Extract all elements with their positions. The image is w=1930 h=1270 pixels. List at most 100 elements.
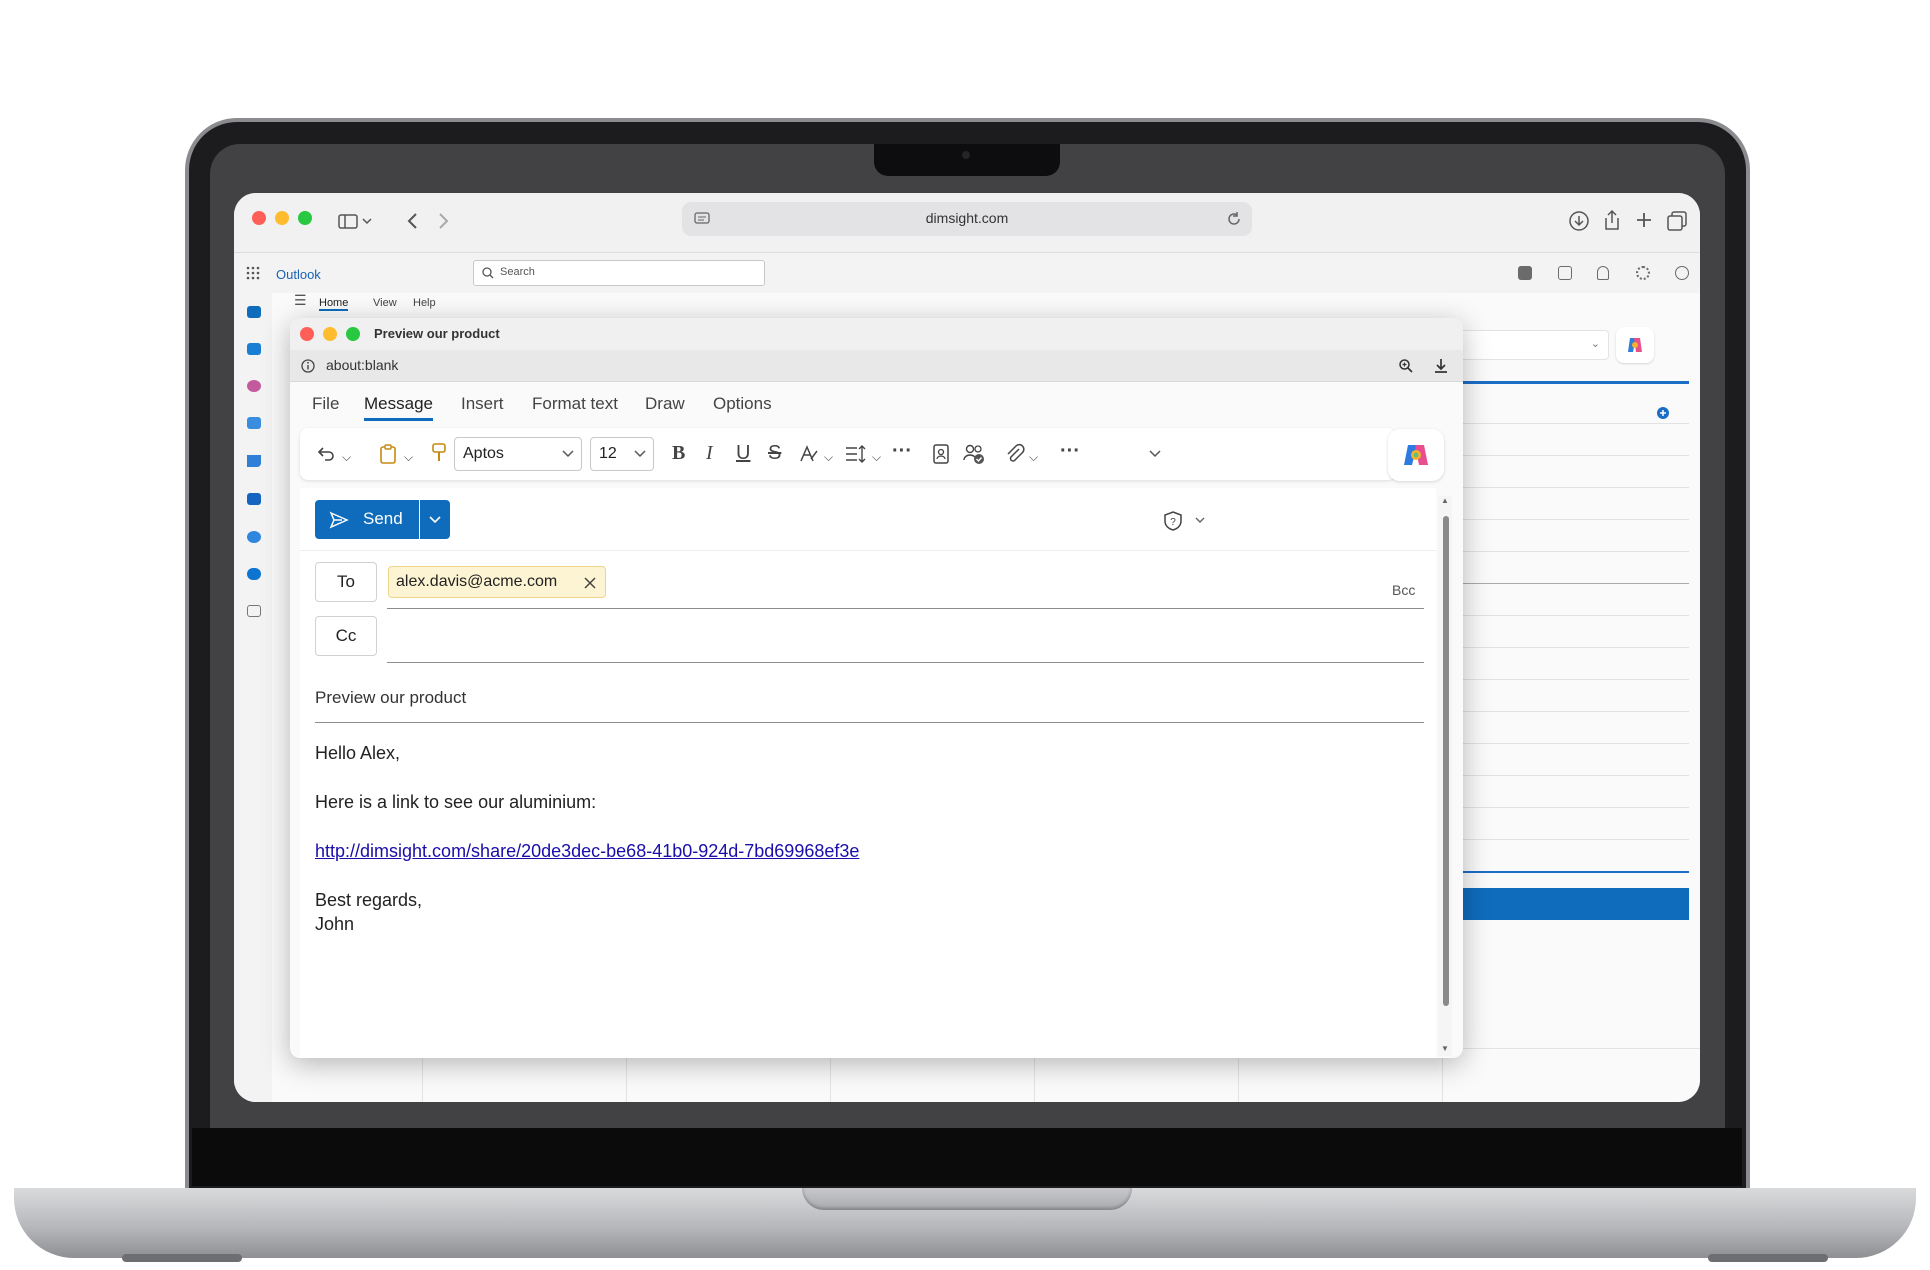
share-icon[interactable]: [1602, 208, 1622, 232]
calendar-icon[interactable]: [1558, 266, 1572, 280]
chevron-right-icon: [439, 213, 449, 229]
highlight-icon[interactable]: [798, 443, 820, 465]
scroll-up-icon[interactable]: ▲: [1441, 496, 1449, 505]
to-field[interactable]: [387, 560, 1424, 608]
chevron-down-icon[interactable]: ⌵: [404, 446, 413, 468]
tab-help[interactable]: Help: [413, 297, 436, 309]
send-options-button[interactable]: [420, 500, 450, 539]
chevron-down-icon[interactable]: ⌵: [824, 446, 833, 468]
chevron-down-icon[interactable]: ⌵: [872, 446, 881, 468]
forward-button[interactable]: [432, 207, 454, 235]
font-family-select[interactable]: Aptos: [454, 437, 582, 471]
body-line: Here is a link to see our aluminium:: [315, 792, 597, 812]
to-field-underline: [387, 608, 1424, 609]
chevron-down-icon[interactable]: [1148, 449, 1162, 459]
scroll-down-icon[interactable]: ▼: [1441, 1044, 1449, 1053]
compose-close-button[interactable]: [300, 327, 314, 341]
add-icon[interactable]: [1656, 406, 1670, 420]
gear-icon[interactable]: [1636, 266, 1650, 280]
clipboard-icon[interactable]: [378, 443, 398, 465]
compose-window: Preview our product about:blank File Mes…: [290, 318, 1463, 1058]
tab-options[interactable]: Options: [713, 394, 772, 414]
minimize-window-button[interactable]: [275, 211, 289, 225]
scrollbar[interactable]: ▲ ▼: [1438, 496, 1452, 1056]
zoom-window-button[interactable]: [298, 211, 312, 225]
calendar-rail-icon[interactable]: [247, 343, 261, 355]
download-icon[interactable]: [1568, 210, 1590, 232]
camera-icon: [962, 151, 970, 159]
screen-bottom-bezel: [192, 1128, 1742, 1186]
tab-overview-icon[interactable]: [1666, 210, 1688, 232]
laptop-base-notch: [802, 1188, 1132, 1210]
underline-icon[interactable]: U: [736, 442, 750, 464]
chevron-down-icon: [429, 516, 441, 524]
compose-url-text: about:blank: [326, 357, 399, 373]
close-window-button[interactable]: [252, 211, 266, 225]
background-primary-bar: [1459, 888, 1689, 920]
cc-field[interactable]: [387, 614, 1424, 662]
copilot-rail-icon[interactable]: [247, 380, 261, 392]
chevron-down-icon[interactable]: ⌵: [1029, 446, 1038, 468]
todo-icon[interactable]: [247, 455, 261, 467]
share-link[interactable]: http://dimsight.com/share/20de3dec-be68-…: [315, 841, 859, 862]
tab-insert[interactable]: Insert: [461, 394, 504, 414]
more-apps-icon[interactable]: [247, 605, 261, 617]
sidebar-toggle-button[interactable]: [335, 207, 381, 235]
people-icon[interactable]: [247, 417, 261, 429]
to-button[interactable]: To: [315, 562, 377, 602]
undo-icon[interactable]: [316, 444, 336, 464]
outlook-logo-text: Outlook: [276, 267, 321, 282]
cc-button[interactable]: Cc: [315, 616, 377, 656]
tab-format-text[interactable]: Format text: [532, 394, 618, 414]
compose-minimize-button[interactable]: [323, 327, 337, 341]
teams-icon[interactable]: [1518, 266, 1532, 280]
strikethrough-icon[interactable]: S: [768, 442, 781, 464]
chevron-down-icon[interactable]: [1194, 516, 1206, 524]
files-icon[interactable]: [247, 493, 261, 505]
onedrive-icon[interactable]: [247, 568, 261, 580]
chevron-down-icon[interactable]: ⌵: [342, 446, 351, 468]
tab-message[interactable]: Message: [364, 394, 433, 421]
tab-file[interactable]: File: [312, 394, 339, 414]
info-icon[interactable]: [300, 358, 316, 374]
app-launcher-icon[interactable]: [246, 266, 260, 280]
reload-icon[interactable]: [1226, 211, 1242, 227]
bell-icon[interactable]: [1597, 266, 1609, 280]
mail-icon[interactable]: [247, 306, 261, 318]
tab-home[interactable]: Home: [319, 297, 349, 311]
attach-icon[interactable]: [1004, 443, 1026, 465]
account-icon[interactable]: [1675, 266, 1689, 280]
line-spacing-icon[interactable]: [844, 443, 866, 465]
copilot-button[interactable]: [1388, 429, 1444, 481]
outlook-search-input[interactable]: Search: [473, 260, 765, 286]
outlook-header: Outlook Search: [234, 253, 1700, 293]
more-options-icon[interactable]: ···: [1060, 440, 1080, 462]
org-icon[interactable]: [247, 531, 261, 543]
more-options-icon[interactable]: ···: [892, 440, 912, 462]
body-greeting: Hello Alex,: [315, 743, 401, 763]
back-button[interactable]: [402, 207, 424, 235]
download-icon[interactable]: [1432, 357, 1450, 375]
body-signature: John: [315, 914, 355, 934]
tab-draw[interactable]: Draw: [645, 394, 685, 414]
people-check-icon[interactable]: [962, 442, 986, 466]
font-size-select[interactable]: 12: [590, 437, 654, 471]
new-tab-icon[interactable]: [1634, 210, 1654, 230]
sensitivity-shield-icon[interactable]: ?: [1162, 510, 1184, 532]
scrollbar-thumb[interactable]: [1443, 516, 1449, 1006]
zoom-icon[interactable]: [1398, 358, 1414, 374]
subject-field[interactable]: Preview our product: [315, 672, 1424, 722]
waffle-icon: [246, 266, 260, 280]
tab-view[interactable]: View: [373, 297, 397, 309]
format-painter-icon[interactable]: [430, 442, 448, 464]
compose-zoom-button[interactable]: [346, 327, 360, 341]
send-button[interactable]: Send: [315, 500, 419, 539]
outlook-app-rail: [234, 293, 272, 1102]
hamburger-icon[interactable]: ☰: [294, 292, 307, 309]
address-bar[interactable]: dimsight.com: [682, 202, 1252, 236]
contact-card-icon[interactable]: [932, 443, 950, 465]
message-body-editor[interactable]: Hello Alex, Here is a link to see our al…: [315, 743, 1424, 1043]
bold-icon[interactable]: B: [672, 442, 685, 464]
italic-icon[interactable]: I: [706, 442, 713, 464]
cc-field-underline: [387, 662, 1424, 663]
